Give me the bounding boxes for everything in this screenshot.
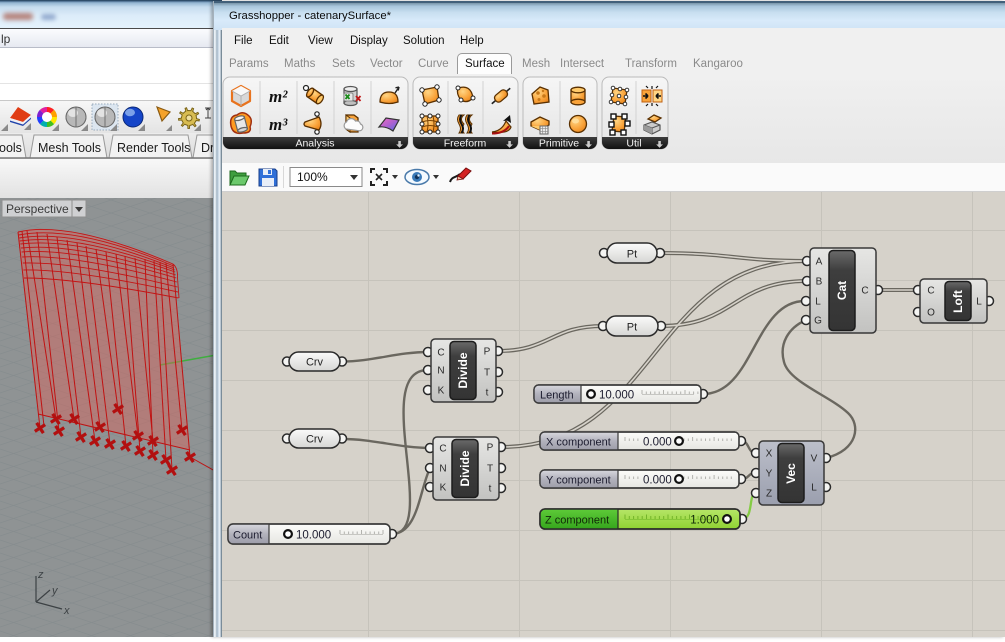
- svg-text:O: O: [927, 308, 935, 319]
- svg-text:C: C: [927, 286, 934, 297]
- svg-text:Vec: Vec: [784, 463, 798, 484]
- svg-text:Freeform: Freeform: [444, 138, 487, 150]
- svg-text:C: C: [439, 444, 446, 455]
- svg-text:Z component: Z component: [545, 515, 609, 527]
- svg-text:Crv: Crv: [306, 357, 324, 369]
- svg-text:C: C: [861, 286, 868, 297]
- svg-text:Mesh Tools: Mesh Tools: [38, 141, 101, 155]
- svg-text:Pt: Pt: [627, 249, 637, 261]
- svg-text:N: N: [439, 464, 446, 475]
- svg-text:Divide: Divide: [456, 352, 470, 388]
- svg-text:ools: ools: [0, 141, 22, 155]
- svg-text:Length: Length: [540, 390, 574, 402]
- svg-text:Crv: Crv: [306, 434, 324, 446]
- svg-text:m²: m²: [269, 87, 288, 106]
- svg-text:0.000: 0.000: [643, 475, 672, 487]
- svg-text:Y component: Y component: [546, 475, 611, 487]
- svg-text:B: B: [816, 277, 823, 288]
- svg-text:1.000: 1.000: [690, 515, 719, 527]
- svg-text:10.000: 10.000: [599, 390, 634, 402]
- svg-text:L: L: [815, 297, 821, 308]
- svg-text:X component: X component: [546, 437, 611, 449]
- svg-text:G: G: [814, 316, 822, 327]
- svg-text:x: x: [63, 605, 70, 617]
- svg-text:K: K: [438, 386, 445, 397]
- svg-text:Util: Util: [626, 138, 641, 150]
- svg-text:Divide: Divide: [458, 450, 472, 486]
- svg-text:Z: Z: [766, 489, 772, 500]
- svg-text:10.000: 10.000: [296, 530, 331, 542]
- svg-text:N: N: [437, 366, 444, 377]
- svg-text:m³: m³: [269, 115, 288, 134]
- svg-text:L: L: [976, 297, 982, 308]
- svg-text:L: L: [811, 483, 817, 494]
- svg-text:X: X: [766, 449, 773, 460]
- svg-text:Analysis: Analysis: [295, 138, 334, 150]
- svg-text:T: T: [487, 464, 493, 475]
- svg-text:0.000: 0.000: [643, 437, 672, 449]
- svg-text:100%: 100%: [297, 170, 328, 184]
- svg-text:K: K: [440, 483, 447, 494]
- svg-text:t: t: [489, 484, 492, 495]
- svg-text:z: z: [37, 569, 44, 581]
- svg-text:Pt: Pt: [627, 322, 637, 334]
- svg-text:Primitive: Primitive: [539, 138, 579, 150]
- svg-text:Y: Y: [766, 469, 773, 480]
- svg-text:P: P: [484, 347, 491, 358]
- svg-text:Perspective: Perspective: [6, 202, 69, 216]
- svg-text:Cat: Cat: [835, 281, 849, 300]
- svg-text:T: T: [484, 368, 490, 379]
- svg-text:V: V: [811, 454, 818, 465]
- svg-text:C: C: [437, 348, 444, 359]
- svg-text:Loft: Loft: [951, 290, 965, 313]
- svg-text:P: P: [487, 443, 494, 454]
- svg-text:Count: Count: [233, 530, 262, 542]
- svg-text:t: t: [486, 388, 489, 399]
- svg-text:A: A: [816, 257, 823, 268]
- svg-text:Render Tools: Render Tools: [117, 141, 190, 155]
